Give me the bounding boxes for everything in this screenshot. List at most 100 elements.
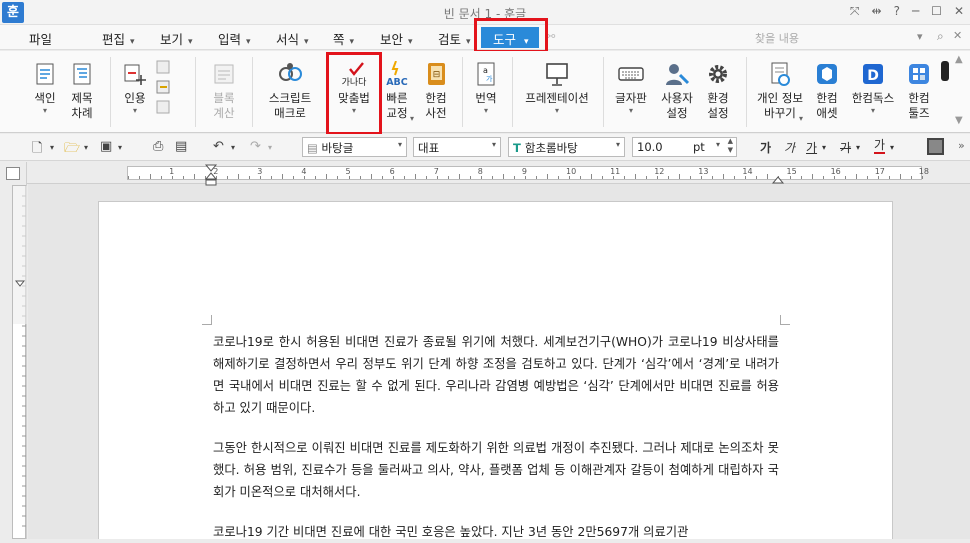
translate-label: 번역: [475, 91, 497, 105]
indent-marker-icon[interactable]: [204, 164, 218, 186]
search-arrow-icon[interactable]: ▾: [917, 30, 923, 43]
hancom-docs-icon: D: [863, 64, 883, 84]
help-icon[interactable]: ?: [894, 4, 900, 19]
chevron-down-icon[interactable]: ▾: [50, 143, 54, 152]
menu-page[interactable]: 쪽 ▾: [333, 29, 354, 48]
menu-security-label: 보안: [380, 32, 404, 47]
ribbon-toggle-icon[interactable]: ⇹: [872, 4, 882, 19]
new-document-icon[interactable]: 🗋: [32, 139, 42, 161]
bold-button[interactable]: 가: [760, 139, 771, 156]
menu-edit[interactable]: 편집 ▾: [102, 29, 135, 48]
menu-review[interactable]: 검토 ▾: [438, 29, 471, 48]
block-calc-button[interactable]: 블록 계산: [206, 57, 242, 121]
paragraph[interactable]: 코로나19 기간 비대면 진료에 대한 국민 호응은 높았다. 지난 3년 동안…: [213, 521, 779, 543]
text-color-button[interactable]: 가: [874, 139, 886, 154]
chevron-down-icon: ▾: [132, 106, 137, 115]
index-label: 색인: [34, 91, 56, 105]
hancom-essay-button[interactable]: 한컴 애셋: [811, 57, 843, 121]
more-tool-icon[interactable]: [941, 61, 949, 81]
toolbar-more-icon[interactable]: »: [958, 139, 965, 152]
separator: [195, 57, 196, 127]
hancom-tools-button[interactable]: 한컴 툴즈: [903, 57, 935, 121]
ruler-scale[interactable]: 1 2 3 4 5 6 7 8 9 10 11 12 13 14 15 16 17 18: [127, 166, 929, 180]
ruler-tick: [447, 176, 449, 179]
hancom-essay-label: 한컴 애셋: [816, 91, 838, 120]
maximize-icon[interactable]: ☐: [931, 4, 942, 19]
font-size-unit: pt: [693, 140, 705, 154]
presentation-label: 프레젠테이션: [525, 91, 589, 105]
hancom-docs-button[interactable]: D 한컴독스 ▾: [849, 57, 897, 116]
strikethrough-button[interactable]: 가: [840, 139, 851, 156]
env-settings-button[interactable]: 환경 설정: [700, 57, 736, 121]
chevron-down-icon[interactable]: ▾: [118, 143, 122, 152]
language-select[interactable]: 대표 ▾: [413, 137, 501, 157]
keyboard-button[interactable]: 글자판 ▾: [612, 57, 650, 116]
menu-security[interactable]: 보안 ▾: [380, 29, 413, 48]
cite-button[interactable]: 인용 ▾: [118, 57, 152, 116]
style-select[interactable]: ▤ 바탕글 ▾: [302, 137, 407, 157]
chevron-down-icon: ▾: [304, 37, 309, 47]
highlight-tools-menu: [474, 18, 548, 53]
vertical-ruler[interactable]: [12, 185, 27, 539]
ribbon-scroll-down-icon[interactable]: ▼: [955, 115, 963, 126]
undo-icon[interactable]: ↶: [213, 139, 224, 154]
menu-view[interactable]: 보기 ▾: [160, 29, 193, 48]
chevron-down-icon[interactable]: ▾: [856, 143, 860, 152]
paragraph[interactable]: 그동안 한시적으로 이뤄진 비대면 진료를 제도화하기 위한 의료법 개정이 추…: [213, 437, 779, 503]
font-size-input[interactable]: 10.0 pt ▾ ▲ ▼: [632, 137, 737, 157]
ruler-tick: [767, 174, 769, 179]
script-macro-label: 스크립트 매크로: [268, 91, 312, 120]
menu-insert[interactable]: 입력 ▾: [218, 29, 251, 48]
ruler-number: 18: [918, 167, 929, 176]
title-order-button[interactable]: 제목 차례: [67, 57, 97, 121]
privacy-change-button[interactable]: 개인 정보 바꾸기 ▾: [753, 57, 807, 123]
separator: [746, 57, 747, 127]
redo-icon[interactable]: ↷: [250, 139, 261, 154]
hancom-dict-button[interactable]: ⊟ 한컴 사전: [420, 57, 452, 121]
save-icon[interactable]: ▣: [100, 139, 112, 154]
right-indent-marker-icon[interactable]: [771, 171, 785, 185]
print-icon[interactable]: ⎙: [153, 139, 163, 154]
underline-button[interactable]: 가: [806, 139, 817, 156]
close-icon[interactable]: ✕: [953, 29, 962, 42]
italic-button[interactable]: 가: [784, 139, 795, 156]
cite-sub-buttons[interactable]: [154, 57, 176, 117]
quick-correct-button[interactable]: ABC 빠른 교정 ▾: [382, 57, 414, 123]
chevron-down-icon[interactable]: ▾: [231, 143, 235, 152]
paragraph[interactable]: 코로나19로 한시 허용된 비대면 진료가 종료될 위기에 처했다. 세계보건기…: [213, 331, 779, 419]
ruler-tick: [227, 176, 229, 179]
fullscreen-icon[interactable]: ⤧: [850, 4, 860, 19]
minimize-icon[interactable]: ─: [912, 4, 919, 19]
ruler-tick: [745, 176, 747, 179]
chevron-down-icon[interactable]: ▾: [822, 143, 826, 152]
script-macro-button[interactable]: 스크립트 매크로: [262, 57, 318, 121]
index-button[interactable]: 색인 ▾: [30, 57, 60, 116]
horizontal-ruler[interactable]: L 123456789101112131415161718: [5, 162, 970, 186]
chevron-down-icon[interactable]: ▾: [268, 143, 272, 152]
ruler-tick: [833, 176, 835, 179]
ruler-tick: [425, 176, 427, 179]
ruler-tick: [480, 176, 482, 179]
menu-format[interactable]: 서식 ▾: [276, 29, 309, 48]
ruler-tick: [381, 176, 383, 179]
font-select[interactable]: T 함초롬바탕 ▾: [508, 137, 625, 157]
menu-file[interactable]: 파일: [29, 29, 52, 48]
presentation-button[interactable]: 프레젠테이션 ▾: [521, 57, 593, 116]
translate-button[interactable]: a가 번역 ▾: [470, 57, 502, 116]
open-folder-icon[interactable]: 🗁: [64, 139, 80, 161]
ruler-tick: [469, 176, 471, 179]
preview-icon[interactable]: ▤: [175, 139, 187, 154]
search-icon[interactable]: ⌕: [937, 29, 944, 44]
ruler-tick: [591, 174, 593, 179]
user-settings-button[interactable]: 사용자 설정: [658, 57, 696, 121]
stepper-icon[interactable]: ▲ ▼: [728, 137, 733, 155]
ribbon-scroll-up-icon[interactable]: ▲: [955, 54, 963, 65]
chevron-down-icon[interactable]: ▾: [84, 143, 88, 152]
highlight-color-icon[interactable]: [927, 138, 944, 155]
chevron-down-icon[interactable]: ▾: [890, 143, 894, 152]
close-icon[interactable]: ✕: [954, 4, 964, 19]
ruler-tick: [238, 174, 240, 179]
separator: [252, 57, 253, 127]
ruler-tick: [337, 176, 339, 179]
search-input[interactable]: 찾을 내용: [750, 27, 910, 47]
